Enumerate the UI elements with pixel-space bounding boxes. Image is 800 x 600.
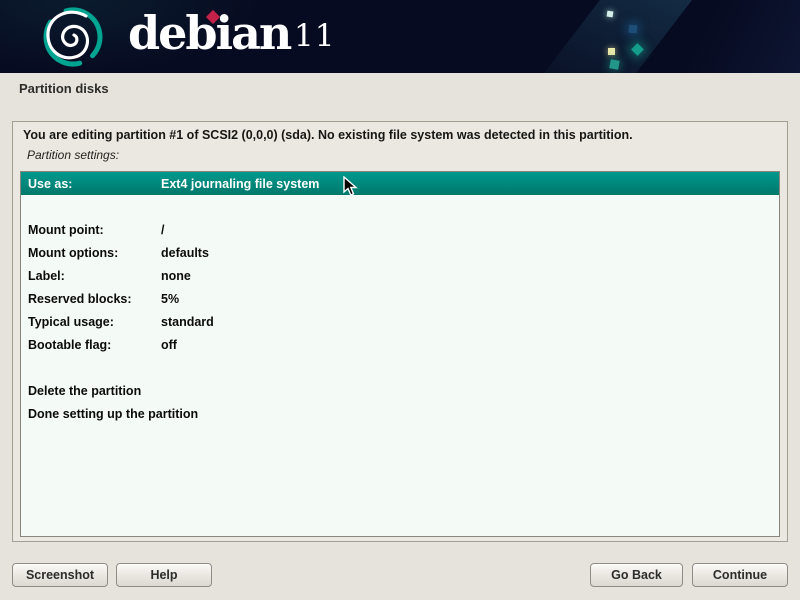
screenshot-button[interactable]: Screenshot: [12, 563, 108, 587]
partition-info-panel: You are editing partition #1 of SCSI2 (0…: [12, 121, 788, 542]
item-value: none: [161, 269, 191, 283]
item-value: off: [161, 338, 177, 352]
list-item-use-as[interactable]: Use as: Ext4 journaling file system: [21, 172, 779, 195]
list-item-bootable-flag[interactable]: Bootable flag: off: [21, 333, 779, 356]
debian-swirl-logo: [40, 3, 106, 69]
list-item-mount-point[interactable]: Mount point: /: [21, 218, 779, 241]
list-item-delete-partition[interactable]: Delete the partition: [21, 379, 779, 402]
decor-square-blue: [629, 25, 638, 34]
go-back-button[interactable]: Go Back: [590, 563, 683, 587]
decor-square-teal: [609, 59, 619, 69]
continue-button[interactable]: Continue: [692, 563, 788, 587]
item-label: Label:: [28, 269, 161, 283]
list-item-mount-options[interactable]: Mount options: defaults: [21, 241, 779, 264]
item-value: /: [161, 223, 164, 237]
partition-settings-label: Partition settings:: [27, 148, 119, 162]
banner-corner-band: [640, 0, 800, 73]
list-item-spacer: [21, 195, 779, 218]
decor-square-yellow: [608, 48, 615, 55]
item-label: Delete the partition: [28, 384, 161, 398]
item-label: Use as:: [28, 177, 161, 191]
list-item-label[interactable]: Label: none: [21, 264, 779, 287]
item-value: standard: [161, 315, 214, 329]
item-label: Done setting up the partition: [28, 407, 161, 421]
partition-info-heading: You are editing partition #1 of SCSI2 (0…: [23, 128, 633, 142]
list-item-reserved-blocks[interactable]: Reserved blocks: 5%: [21, 287, 779, 310]
item-label: Mount options:: [28, 246, 161, 260]
item-label: Mount point:: [28, 223, 161, 237]
partition-settings-list[interactable]: Use as: Ext4 journaling file system Moun…: [20, 171, 780, 537]
decor-square-cyan: [607, 11, 614, 18]
help-button[interactable]: Help: [116, 563, 212, 587]
item-label: Reserved blocks:: [28, 292, 161, 306]
item-value: 5%: [161, 292, 179, 306]
list-item-done-setting-up[interactable]: Done setting up the partition: [21, 402, 779, 425]
item-label: Typical usage:: [28, 315, 161, 329]
item-value: Ext4 journaling file system: [161, 177, 319, 191]
brand-version: 11: [294, 18, 335, 54]
list-item-typical-usage[interactable]: Typical usage: standard: [21, 310, 779, 333]
page-title: Partition disks: [19, 81, 109, 96]
item-label: Bootable flag:: [28, 338, 161, 352]
item-value: defaults: [161, 246, 209, 260]
list-item-spacer: [21, 356, 779, 379]
installer-banner: debian 11: [0, 0, 800, 73]
